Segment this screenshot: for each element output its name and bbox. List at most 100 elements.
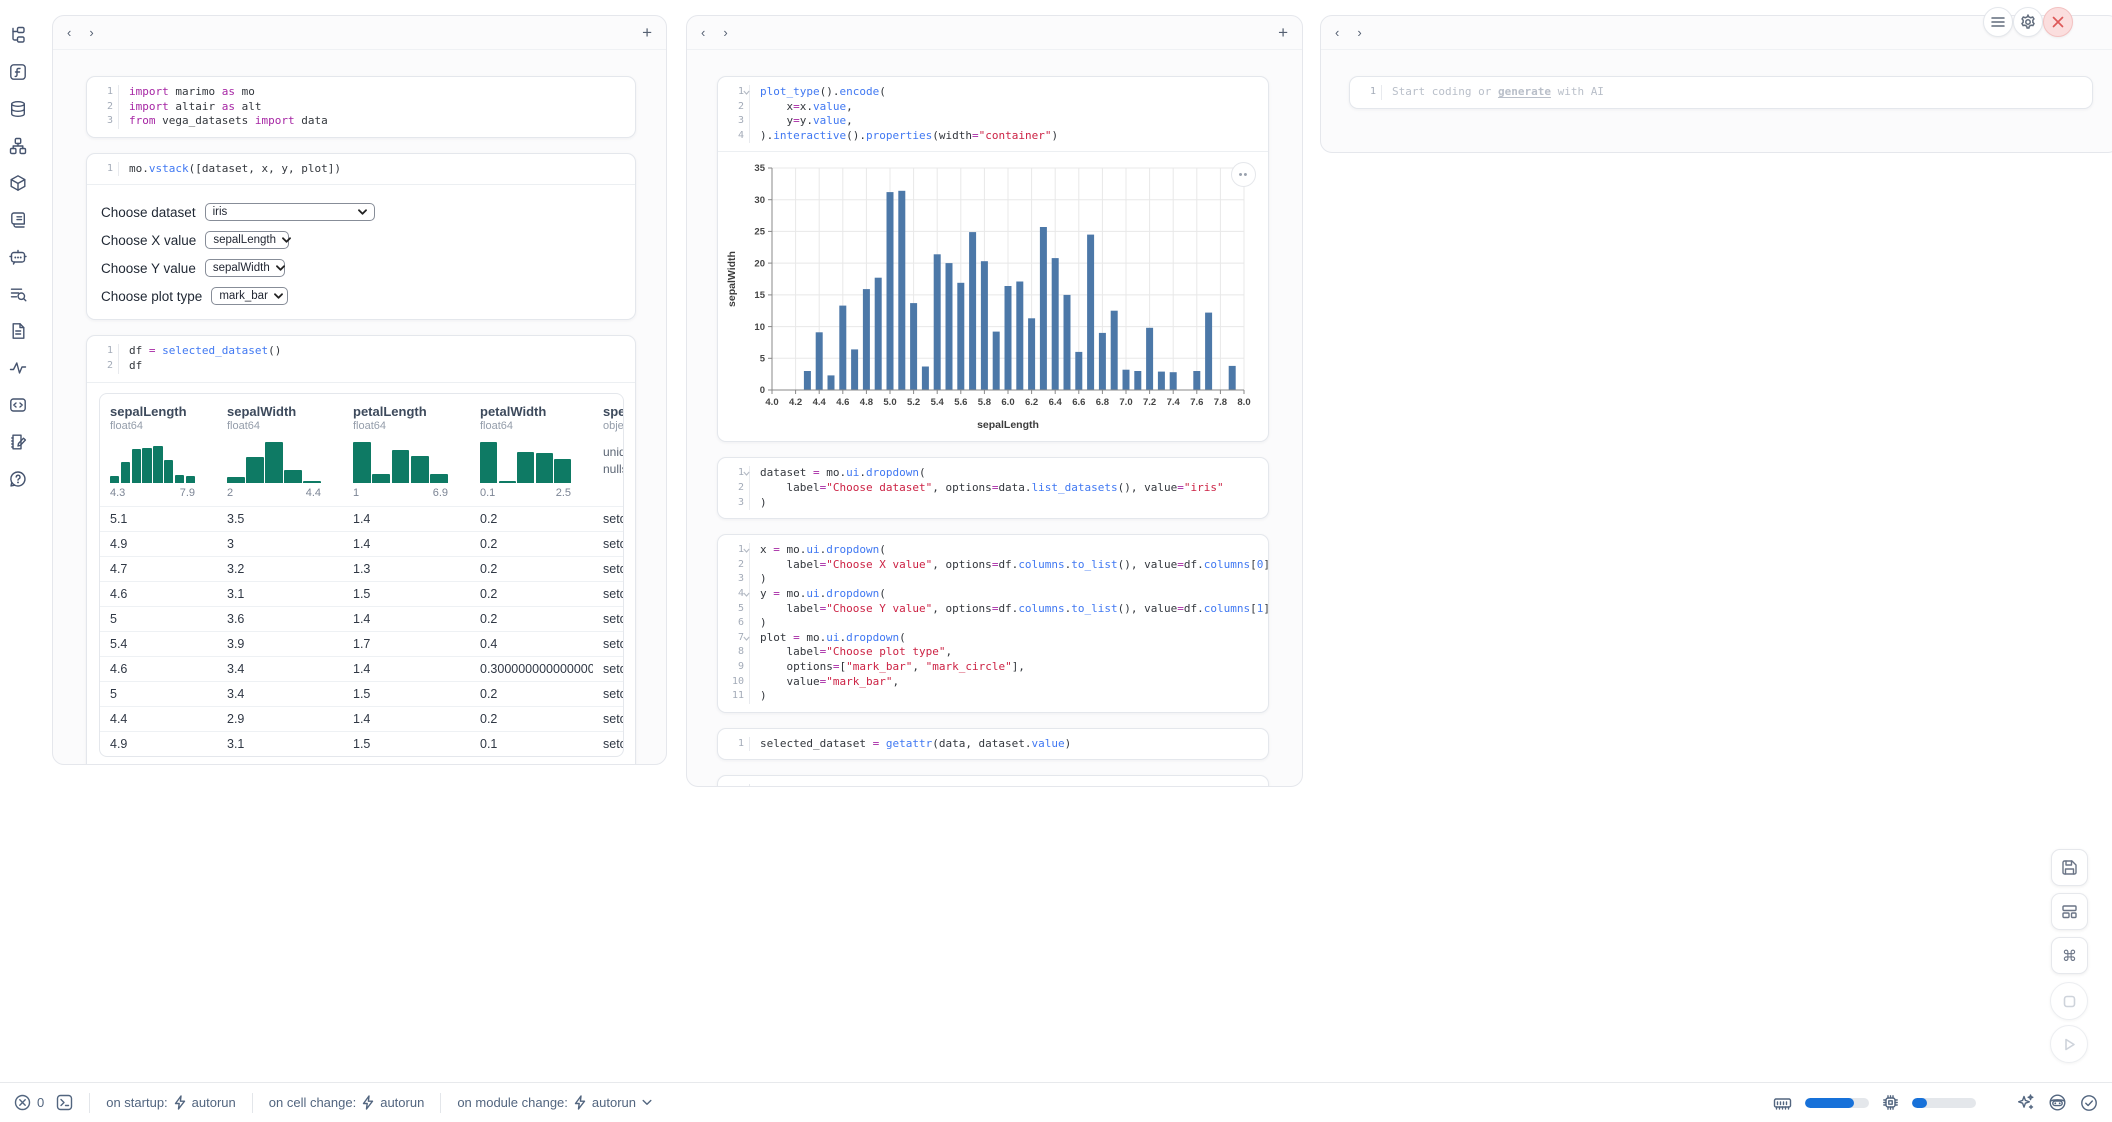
- next-column-icon[interactable]: ›: [1357, 26, 1361, 39]
- bar-chart[interactable]: 4.04.24.44.64.85.05.25.45.65.86.06.26.46…: [724, 158, 1260, 432]
- line-number: 2: [718, 558, 750, 573]
- table-row[interactable]: 53.41.50.2setosa: [100, 681, 623, 706]
- svg-text:15: 15: [754, 290, 765, 301]
- document-icon[interactable]: [5, 318, 31, 344]
- vstack-code[interactable]: 1mo.vstack([dataset, x, y, plot]): [87, 154, 635, 185]
- shutdown-button[interactable]: [2043, 7, 2073, 37]
- prev-column-icon[interactable]: ‹: [1335, 26, 1339, 39]
- activity-icon[interactable]: [5, 355, 31, 381]
- next-column-icon[interactable]: ›: [723, 26, 727, 39]
- database-icon[interactable]: [5, 96, 31, 122]
- on-startup-toggle[interactable]: on startup: autorun: [106, 1095, 236, 1110]
- keyboard-shortcuts-button[interactable]: ⌘: [2051, 937, 2088, 974]
- xy-plot-dropdown-cell[interactable]: 1x = mo.ui.dropdown(2 label="Choose X va…: [717, 534, 1269, 713]
- selected-dataset-cell[interactable]: 1selected_dataset = getattr(data, datase…: [717, 728, 1269, 761]
- table-row[interactable]: 4.931.40.2setosa: [100, 531, 623, 556]
- dataframe-cell[interactable]: 1df = selected_dataset()2df sepalLengthf…: [86, 335, 636, 765]
- terminal-button[interactable]: [56, 1094, 73, 1111]
- imports-cell[interactable]: 1import marimo as mo2import altair as al…: [86, 76, 636, 138]
- table-row[interactable]: 5.43.91.70.4setosa: [100, 631, 623, 656]
- on-module-change-toggle[interactable]: on module change: autorun: [457, 1095, 652, 1110]
- copilot-icon[interactable]: [2048, 1093, 2067, 1112]
- dataset-dropdown-cell[interactable]: 1dataset = mo.ui.dropdown(2 label="Choos…: [717, 457, 1269, 519]
- next-column-icon[interactable]: ›: [89, 26, 93, 39]
- code-snippet-icon[interactable]: [5, 392, 31, 418]
- prev-column-icon[interactable]: ‹: [701, 26, 705, 39]
- table-row[interactable]: 4.42.91.40.2setosa: [100, 706, 623, 731]
- ai-sparkles-icon[interactable]: [2016, 1093, 2035, 1112]
- plot-cell[interactable]: 1plot_type().encode(2 x=x.value,3 y=y.va…: [717, 76, 1269, 442]
- svg-text:30: 30: [754, 195, 765, 206]
- add-cell-icon[interactable]: +: [1278, 24, 1288, 41]
- on-cell-change-toggle[interactable]: on cell change: autorun: [269, 1095, 425, 1110]
- cpu-icon: [1882, 1094, 1899, 1111]
- add-cell-icon[interactable]: +: [642, 24, 652, 41]
- function-square-icon[interactable]: [5, 59, 31, 85]
- svg-text:7.4: 7.4: [1167, 397, 1181, 408]
- chevron-down-icon: [642, 1099, 652, 1106]
- layout-grid-icon: [2061, 903, 2078, 920]
- table-row[interactable]: 4.63.11.50.2setosa: [100, 581, 623, 606]
- ai-placeholder[interactable]: Start coding or generate with AI: [1382, 85, 1604, 100]
- line-number: 1: [718, 543, 750, 558]
- chat-bot-icon[interactable]: [5, 244, 31, 270]
- layout-button[interactable]: [2051, 893, 2088, 930]
- menu-button[interactable]: [1983, 7, 2013, 37]
- prev-column-icon[interactable]: ‹: [67, 26, 71, 39]
- y-select[interactable]: sepalWidth: [205, 259, 285, 277]
- settings-button[interactable]: [2013, 7, 2043, 37]
- table-row[interactable]: 5.13.51.40.2setosa: [100, 506, 623, 531]
- dataframe-table: sepalLengthfloat644.37.9sepalWidthfloat6…: [99, 393, 624, 757]
- play-icon: [2062, 1037, 2077, 1052]
- notebook-edit-icon[interactable]: [5, 429, 31, 455]
- svg-text:6.4: 6.4: [1049, 397, 1063, 408]
- table-row[interactable]: 53.61.40.2setosa: [100, 606, 623, 631]
- save-button[interactable]: [2051, 849, 2088, 886]
- dataset-select[interactable]: iris: [205, 203, 375, 221]
- package-icon[interactable]: [5, 170, 31, 196]
- svg-text:7.6: 7.6: [1190, 397, 1203, 408]
- org-chart-icon[interactable]: [5, 133, 31, 159]
- chart-output[interactable]: 4.04.24.44.64.85.05.25.45.65.86.06.26.46…: [718, 151, 1268, 441]
- connection-check-icon[interactable]: [2080, 1094, 2098, 1112]
- list-search-icon[interactable]: [5, 281, 31, 307]
- selected-dataset-code[interactable]: 1selected_dataset = getattr(data, datase…: [718, 729, 1268, 760]
- plot-type-cell[interactable]: 1plot_type = getattr(alt.Chart(df), plot…: [717, 775, 1269, 787]
- empty-ai-cell[interactable]: 1 Start coding or generate with AI: [1349, 76, 2093, 109]
- table-column-header[interactable]: petalLengthfloat6416.9: [343, 404, 470, 506]
- table-row[interactable]: 4.93.11.50.1setosa: [100, 731, 623, 756]
- dataset-dropdown-code[interactable]: 1dataset = mo.ui.dropdown(2 label="Choos…: [718, 458, 1268, 518]
- column-histogram: [227, 441, 321, 483]
- help-chat-icon[interactable]: [5, 466, 31, 492]
- plot-code[interactable]: 1plot_type().encode(2 x=x.value,3 y=y.va…: [718, 77, 1268, 151]
- table-column-header[interactable]: petalWidthfloat640.12.5: [470, 404, 593, 506]
- file-tree-icon[interactable]: [5, 22, 31, 48]
- errors-badge[interactable]: 0: [14, 1094, 44, 1111]
- table-row[interactable]: 4.73.21.30.2setosa: [100, 556, 623, 581]
- svg-text:4.6: 4.6: [836, 397, 849, 408]
- script-icon[interactable]: [5, 207, 31, 233]
- table-column-header[interactable]: sepalLengthfloat644.37.9: [100, 404, 217, 506]
- svg-text:7.8: 7.8: [1214, 397, 1227, 408]
- xy-plot-dropdown-code[interactable]: 1x = mo.ui.dropdown(2 label="Choose X va…: [718, 535, 1268, 712]
- table-footer: 150 rows, 5 columns « ‹ Page 1 of 15 › »…: [101, 764, 621, 765]
- line-number: 2: [87, 359, 119, 374]
- terminal-icon: [56, 1094, 73, 1111]
- plot-type-select[interactable]: mark_bar: [211, 287, 288, 305]
- stop-button[interactable]: [2050, 982, 2088, 1020]
- plot-type-code[interactable]: 1plot_type = getattr(alt.Chart(df), plot…: [718, 776, 1268, 787]
- run-button[interactable]: [2050, 1025, 2088, 1063]
- line-number: 2: [718, 481, 750, 496]
- table-row[interactable]: 4.63.41.40.30000000000000004setosa: [100, 656, 623, 681]
- dataframe-code[interactable]: 1df = selected_dataset()2df: [87, 336, 635, 381]
- generate-link[interactable]: generate: [1498, 85, 1551, 98]
- table-column-header[interactable]: sepalWidthfloat6424.4: [217, 404, 343, 506]
- table-column-header[interactable]: speciesobjectunique:nulls:: [593, 404, 624, 506]
- x-label: Choose X value: [101, 233, 196, 248]
- imports-code[interactable]: 1import marimo as mo2import altair as al…: [87, 77, 635, 137]
- x-select[interactable]: sepalLength: [205, 231, 289, 249]
- dataset-control-row: Choose dataset iris: [101, 203, 635, 221]
- vstack-cell[interactable]: 1mo.vstack([dataset, x, y, plot]) Choose…: [86, 153, 636, 321]
- line-number: 6: [718, 616, 750, 631]
- app-sidebar: [0, 0, 36, 1080]
